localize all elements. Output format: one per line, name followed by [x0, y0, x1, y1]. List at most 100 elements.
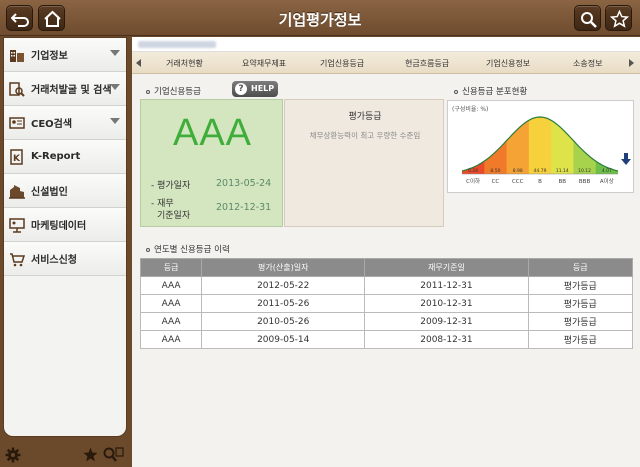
eval-grade-title: 평가등급: [348, 112, 382, 122]
chart-bar: [528, 117, 552, 174]
tab-partner-status[interactable]: 거래처현황: [166, 58, 203, 69]
sidebar-item-company-info[interactable]: 기업정보: [4, 38, 126, 72]
cart-icon: [8, 250, 26, 268]
sidebar-item-k-report[interactable]: K K-Report: [4, 140, 126, 174]
tab-credit-rating[interactable]: 기업신용등급: [320, 58, 364, 69]
chart-category-label: B: [538, 179, 542, 185]
credit-section-title: 기업신용등급: [146, 85, 201, 97]
sidebar-item-service-request[interactable]: 서비스신청: [4, 242, 126, 276]
table-cell: 2009-12-31: [364, 312, 529, 331]
favorite-button[interactable]: [605, 5, 632, 31]
history-table-header: 등급 평가(산출)일자 재무기준일 등급: [139, 258, 633, 277]
main-content: 거래처현황 요약재무제표 기업신용등급 현금흐름등급 기업신용정보 소송정보 기…: [132, 37, 640, 467]
chart-unit-label: (구성비율: %): [452, 105, 488, 113]
sidebar-item-label: 거래처발굴 및 검색: [31, 85, 112, 96]
building-icon: [8, 46, 26, 64]
tab-cashflow-rating[interactable]: 현금흐름등급: [405, 58, 449, 69]
table-row: AAA 2009-05-14 2008-12-31 평가등급: [139, 330, 633, 349]
help-button[interactable]: ? HELP: [232, 81, 278, 97]
help-icon: ?: [235, 83, 247, 95]
sidebar-item-label: 신설법인: [31, 187, 68, 198]
fin-date-label-line2: 기준일자: [157, 211, 191, 221]
eval-grade-description: 채무상환능력이 최고 우량한 수준임: [309, 131, 421, 140]
table-cell: 2010-12-31: [364, 294, 529, 313]
chart-value-label: 8.98: [513, 168, 523, 174]
chart-category-label: CC: [492, 179, 500, 185]
fin-date-value: 2012-12-31: [216, 202, 272, 213]
down-arrow-icon: [621, 153, 631, 165]
table-cell: 평가등급: [527, 294, 633, 313]
distribution-chart-box: (구성비율: %) 0.26 C이하 8.50 CC 8.98 CCC 44.79 B 11.14…: [447, 100, 634, 193]
sidebar: 기업정보 거래처발굴 및 검색 CEO검색 K K-Report 신설법인 마케…: [3, 37, 127, 437]
distribution-section-title: 신용등급 분포현황: [454, 85, 527, 97]
chart-value-label: 11.14: [556, 168, 569, 174]
table-cell: AAA: [139, 312, 203, 331]
table-row: AAA 2010-05-26 2009-12-31 평가등급: [139, 312, 633, 331]
eval-grade-box: 평가등급 채무상환능력이 최고 우량한 수준임: [284, 99, 444, 227]
id-card-icon: [8, 114, 26, 132]
tab-scroll-right-icon[interactable]: [629, 59, 634, 67]
sidebar-bottom-toolbar: [0, 444, 130, 467]
sidebar-item-label: 기업정보: [31, 51, 68, 62]
star-icon: [610, 10, 629, 28]
column-header: 재무기준일: [364, 258, 529, 277]
chart-category-label: A이상: [600, 177, 614, 185]
tab-bar: 거래처현황 요약재무제표 기업신용등급 현금흐름등급 기업신용정보 소송정보: [132, 52, 640, 74]
sidebar-item-label: 마케팅데이터: [31, 221, 87, 232]
blurred-company-name: [138, 41, 216, 48]
chart-value-label: 10.12: [578, 168, 591, 174]
table-cell: 평가등급: [527, 330, 633, 349]
tab-scroll-left-icon[interactable]: [136, 59, 141, 67]
table-cell: 2011-05-26: [201, 294, 366, 313]
table-cell: 2012-05-22: [201, 276, 366, 295]
page-title: 기업평가정보: [278, 11, 362, 29]
table-cell: AAA: [139, 294, 203, 313]
chevron-down-icon: [110, 50, 120, 56]
sidebar-item-partner-search[interactable]: 거래처발굴 및 검색: [4, 72, 126, 106]
column-header: 등급: [527, 258, 633, 277]
search-document-icon: [8, 80, 26, 98]
table-cell: 2009-05-14: [201, 330, 366, 349]
search-list-icon[interactable]: [102, 446, 124, 463]
star-icon[interactable]: [83, 447, 98, 462]
eval-date-label: - 평가일자: [151, 181, 191, 191]
sidebar-item-marketing-data[interactable]: 마케팅데이터: [4, 208, 126, 242]
chart-bars-group: [462, 117, 618, 174]
svg-text:K: K: [13, 154, 21, 164]
table-cell: 2011-12-31: [364, 276, 529, 295]
chart-bar: [462, 117, 485, 174]
chart-value-label: 44.79: [534, 168, 547, 174]
gear-icon[interactable]: [5, 447, 21, 463]
tab-litigation[interactable]: 소송정보: [573, 58, 602, 69]
search-button[interactable]: [574, 5, 601, 31]
column-header: 등급: [139, 258, 203, 277]
top-bar: 기업평가정보: [0, 0, 640, 36]
table-cell: 평가등급: [527, 312, 633, 331]
table-cell: 2010-05-26: [201, 312, 366, 331]
credit-grade-value: AAA: [172, 112, 253, 154]
chart-bar: [595, 117, 618, 174]
table-row: AAA 2012-05-22 2011-12-31 평가등급: [139, 276, 633, 295]
credit-grade-box: AAA - 평가일자 2013-05-24 - 재무 기준일자 2012-12-…: [140, 99, 283, 227]
table-cell: 2008-12-31: [364, 330, 529, 349]
distribution-chart: (구성비율: %) 0.26 C이하 8.50 CC 8.98 CCC 44.79 B 11.14…: [452, 105, 631, 185]
sidebar-item-new-corporation[interactable]: 신설법인: [4, 174, 126, 208]
table-cell: AAA: [139, 276, 203, 295]
tab-credit-info[interactable]: 기업신용정보: [486, 58, 530, 69]
chart-category-label: BB: [559, 179, 567, 185]
column-header: 평가(산출)일자: [201, 258, 366, 277]
table-cell: 평가등급: [527, 276, 633, 295]
sidebar-item-ceo-search[interactable]: CEO검색: [4, 106, 126, 140]
chart-value-label: 0.26: [468, 168, 478, 174]
report-icon: K: [8, 148, 26, 166]
chart-value-label: 8.50: [490, 168, 500, 174]
tab-summary-financials[interactable]: 요약재무제표: [242, 58, 286, 69]
chevron-down-icon: [110, 84, 120, 90]
chart-category-label: BBB: [579, 179, 591, 185]
company-name-bar: [132, 37, 640, 52]
eval-date-value: 2013-05-24: [216, 178, 272, 189]
history-section-title: 연도별 신용등급 이력: [146, 243, 230, 255]
chevron-down-icon: [110, 118, 120, 124]
chart-category-label: CCC: [512, 179, 524, 185]
search-icon: [581, 12, 597, 28]
